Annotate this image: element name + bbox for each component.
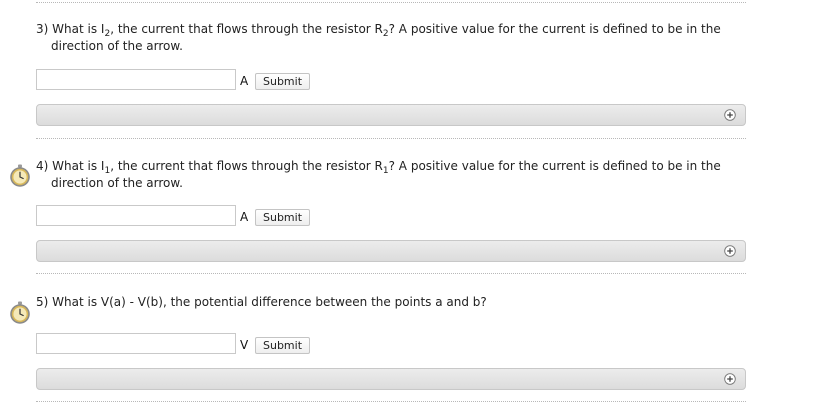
divider xyxy=(36,138,746,139)
stopwatch-icon xyxy=(10,301,30,324)
question-number: 4) xyxy=(36,159,49,173)
unit-label-q3: A xyxy=(240,74,249,88)
submit-button-q5[interactable]: Submit xyxy=(255,337,311,354)
hint-bar-q4[interactable] xyxy=(36,240,746,262)
question-number: 5) xyxy=(36,295,49,309)
unit-label-q5: V xyxy=(240,338,249,352)
hint-bar-q3[interactable] xyxy=(36,104,746,126)
question-5-text: 5) What is V(a) - V(b), the potential di… xyxy=(36,295,487,309)
stopwatch-icon xyxy=(10,164,30,187)
question-4-text: 4) What is I1, the current that flows th… xyxy=(36,159,721,190)
unit-label-q4: A xyxy=(240,210,249,224)
submit-button-q3[interactable]: Submit xyxy=(255,73,311,90)
hint-bar-q5[interactable] xyxy=(36,368,746,390)
divider xyxy=(36,273,746,274)
submit-button-q4[interactable]: Submit xyxy=(255,209,311,226)
homework-page: 3) What is I2, the current that flows th… xyxy=(0,0,814,404)
plus-circle-icon[interactable] xyxy=(724,373,736,385)
answer-input-q4[interactable] xyxy=(36,205,236,226)
divider xyxy=(36,2,746,3)
answer-input-q5[interactable] xyxy=(36,333,236,354)
plus-circle-icon[interactable] xyxy=(724,109,736,121)
divider xyxy=(36,401,746,402)
question-3-text: 3) What is I2, the current that flows th… xyxy=(36,22,721,53)
answer-input-q3[interactable] xyxy=(36,69,236,90)
question-number: 3) xyxy=(36,22,49,36)
plus-circle-icon[interactable] xyxy=(724,245,736,257)
